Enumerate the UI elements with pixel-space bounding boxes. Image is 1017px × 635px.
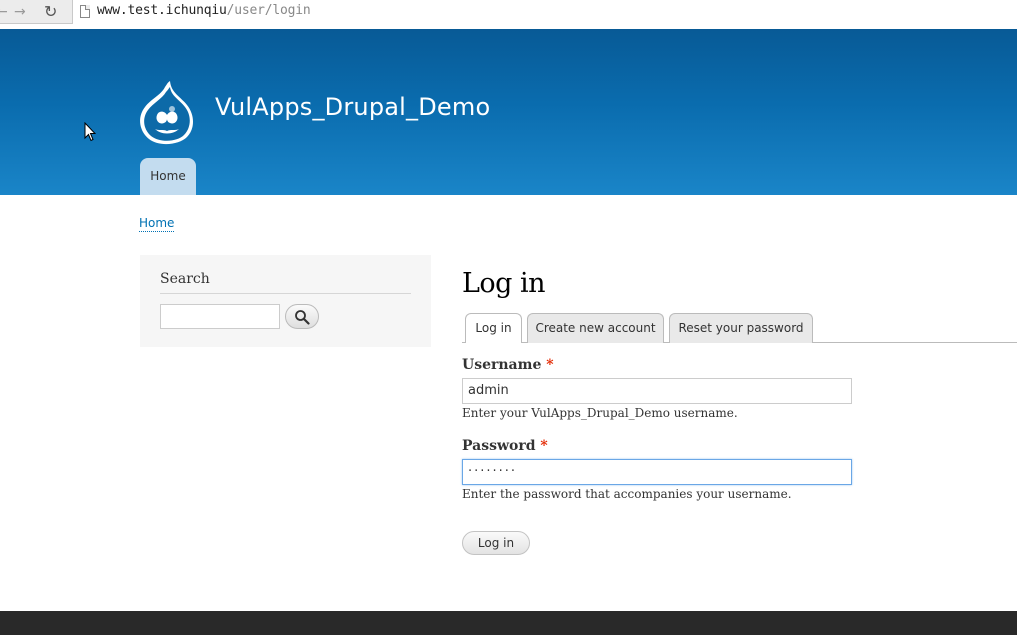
username-field[interactable]: admin [462,378,852,404]
required-mark: * [540,438,548,454]
tab-log-in[interactable]: Log in [465,313,522,343]
search-block-title: Search [160,271,210,287]
page-icon [80,5,90,18]
footer [0,611,1017,635]
username-label-text: Username [462,357,542,373]
password-field[interactable]: ········ [462,459,852,485]
address-bar[interactable]: www.test.ichunqiu/user/login [72,0,1017,24]
password-label: Password * [462,438,548,454]
username-label: Username * [462,357,554,373]
tab-create-account[interactable]: Create new account [527,313,664,343]
divider [160,293,411,294]
search-button[interactable] [285,304,319,329]
tab-reset-password[interactable]: Reset your password [669,313,813,343]
password-description: Enter the password that accompanies your… [462,487,792,501]
username-description: Enter your VulApps_Drupal_Demo username. [462,406,738,420]
site-header: VulApps_Drupal_Demo Home [0,29,1017,195]
url-text[interactable]: www.test.ichunqiu/user/login [97,3,311,18]
magnifier-icon [295,310,310,325]
breadcrumb-home-link[interactable]: Home [139,216,175,232]
reload-icon[interactable]: ↻ [44,3,57,21]
site-name[interactable]: VulApps_Drupal_Demo [215,93,490,121]
forward-arrow-icon[interactable]: → [14,3,26,21]
log-in-button[interactable]: Log in [462,531,530,555]
drupal-logo-icon[interactable] [137,79,197,147]
search-block: Search [140,255,431,347]
password-label-text: Password [462,438,536,454]
nav-tab-home[interactable]: Home [140,158,196,195]
page-title: Log in [462,268,546,299]
mouse-cursor-icon [84,121,97,146]
back-arrow-icon[interactable]: ← [0,3,8,21]
search-input[interactable] [160,304,280,329]
browser-toolbar: ← → ↻ www.test.ichunqiu/user/login [0,0,1017,24]
url-path: /user/login [226,3,311,18]
required-mark: * [546,357,554,373]
url-host: www.test.ichunqiu [97,3,227,18]
